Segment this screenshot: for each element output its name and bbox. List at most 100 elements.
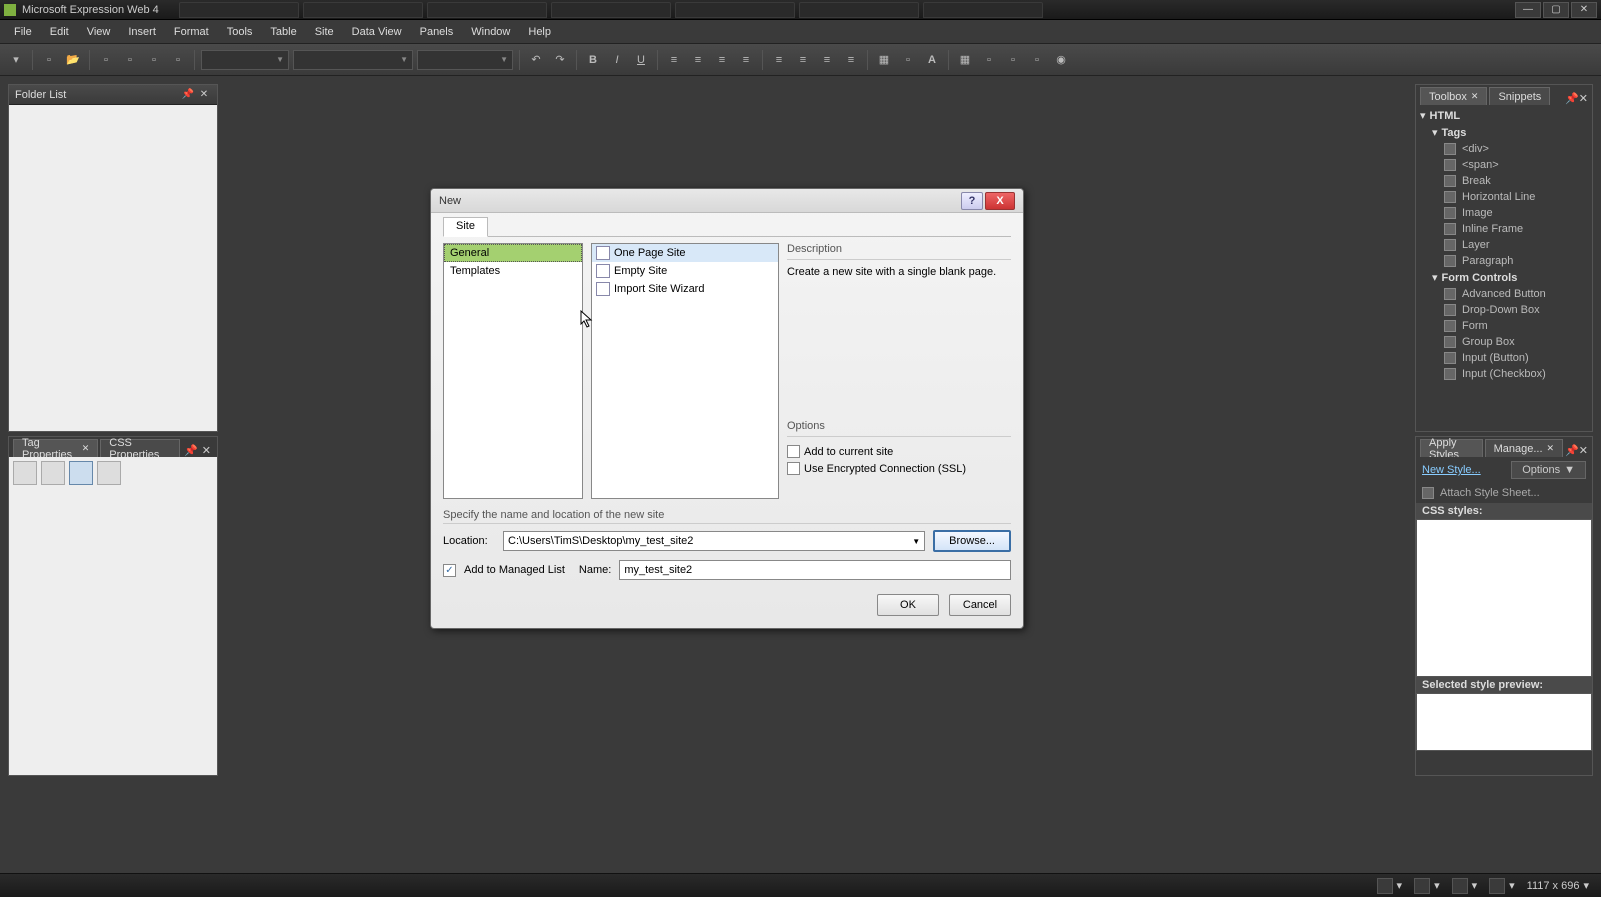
align-justify-icon[interactable]: ≡ (736, 50, 756, 70)
status-icon-1[interactable]: ▾ (1371, 878, 1409, 894)
maximize-button[interactable]: ▢ (1543, 2, 1569, 18)
site-empty[interactable]: Empty Site (592, 262, 778, 280)
hyperlink-icon[interactable]: ▫ (1027, 50, 1047, 70)
fontcolor-icon[interactable]: A (922, 50, 942, 70)
menu-view[interactable]: View (79, 23, 119, 41)
paste-icon[interactable]: ▫ (168, 50, 188, 70)
open-icon[interactable]: ▫ (39, 50, 59, 70)
bg-tab[interactable] (427, 2, 547, 18)
toolbox-item-layer[interactable]: Layer (1420, 237, 1588, 253)
menu-edit[interactable]: Edit (42, 23, 77, 41)
site-type-list[interactable]: One Page Site Empty Site Import Site Wiz… (591, 243, 779, 499)
bg-tab[interactable] (675, 2, 795, 18)
toolbox-group-html[interactable]: ▾ HTML (1420, 107, 1588, 124)
insert-layer-icon[interactable]: ▫ (979, 50, 999, 70)
tagprop-btn-1[interactable] (13, 461, 37, 485)
menu-table[interactable]: Table (262, 23, 304, 41)
category-general[interactable]: General (444, 244, 582, 262)
toolbox-item-image[interactable]: Image (1420, 205, 1588, 221)
location-combo[interactable]: C:\Users\TimS\Desktop\my_test_site2 ▼ (503, 531, 925, 551)
toolbox-item-dropdown[interactable]: Drop-Down Box (1420, 302, 1588, 318)
menu-format[interactable]: Format (166, 23, 217, 41)
menu-site[interactable]: Site (307, 23, 342, 41)
tagprop-btn-3[interactable] (69, 461, 93, 485)
tab-snippets[interactable]: Snippets (1489, 87, 1550, 105)
align-center-icon[interactable]: ≡ (688, 50, 708, 70)
toolbox-item-inputchk[interactable]: Input (Checkbox) (1420, 366, 1588, 382)
insert-pic-icon[interactable]: ▫ (1003, 50, 1023, 70)
toolbox-item-advbutton[interactable]: Advanced Button (1420, 286, 1588, 302)
bg-tab[interactable] (303, 2, 423, 18)
category-templates[interactable]: Templates (444, 262, 582, 280)
bold-icon[interactable]: B (583, 50, 603, 70)
bg-tab[interactable] (923, 2, 1043, 18)
checkbox-add-managed[interactable]: ✓ (443, 564, 456, 577)
bg-tab[interactable] (179, 2, 299, 18)
tab-manage-styles[interactable]: Manage...✕ (1485, 439, 1563, 457)
tab-css-properties[interactable]: CSS Properties (100, 439, 180, 457)
menu-window[interactable]: Window (463, 23, 518, 41)
close-icon[interactable]: ✕ (1579, 92, 1588, 105)
style-combo[interactable]: ▼ (201, 50, 289, 70)
close-icon[interactable]: ✕ (200, 444, 213, 457)
italic-icon[interactable]: I (607, 50, 627, 70)
tagprop-btn-4[interactable] (97, 461, 121, 485)
toolbox-group-tags[interactable]: ▾ Tags (1420, 124, 1588, 141)
close-icon[interactable]: ✕ (1579, 444, 1588, 457)
menu-file[interactable]: File (6, 23, 40, 41)
dialog-close-button[interactable]: X (985, 192, 1015, 210)
indent-icon[interactable]: ≡ (841, 50, 861, 70)
pin-icon[interactable]: 📌 (1565, 92, 1579, 105)
highlight-icon[interactable]: ▫ (898, 50, 918, 70)
checkbox-add-current[interactable] (787, 445, 800, 458)
toolbox-group-form[interactable]: ▾ Form Controls (1420, 269, 1588, 286)
align-left-icon[interactable]: ≡ (664, 50, 684, 70)
toolbox-item-hr[interactable]: Horizontal Line (1420, 189, 1588, 205)
toolbox-item-iframe[interactable]: Inline Frame (1420, 221, 1588, 237)
pin-icon[interactable]: 📌 (1565, 444, 1579, 457)
menu-insert[interactable]: Insert (120, 23, 164, 41)
menu-tools[interactable]: Tools (219, 23, 261, 41)
options-button[interactable]: Options ▼ (1511, 461, 1586, 479)
menu-help[interactable]: Help (520, 23, 559, 41)
name-input[interactable]: my_test_site2 (619, 560, 1011, 580)
site-one-page[interactable]: One Page Site (592, 244, 778, 262)
new-icon[interactable]: ▾ (6, 50, 26, 70)
outdent-icon[interactable]: ≡ (817, 50, 837, 70)
help-button[interactable]: ? (961, 192, 983, 210)
close-icon[interactable]: ✕ (197, 88, 211, 102)
borders-icon[interactable]: ▦ (874, 50, 894, 70)
attach-stylesheet-link[interactable]: Attach Style Sheet... (1440, 487, 1540, 499)
font-combo[interactable]: ▼ (293, 50, 413, 70)
toolbox-item-break[interactable]: Break (1420, 173, 1588, 189)
close-button[interactable]: ✕ (1571, 2, 1597, 18)
toolbox-item-paragraph[interactable]: Paragraph (1420, 253, 1588, 269)
preview-icon[interactable]: ▫ (120, 50, 140, 70)
browse-button[interactable]: Browse... (933, 530, 1011, 552)
bg-tab[interactable] (799, 2, 919, 18)
insert-table-icon[interactable]: ▦ (955, 50, 975, 70)
minimize-button[interactable]: — (1515, 2, 1541, 18)
toolbox-item-span[interactable]: <span> (1420, 157, 1588, 173)
dialog-tab-site[interactable]: Site (443, 217, 488, 237)
underline-icon[interactable]: U (631, 50, 651, 70)
status-icon-3[interactable]: ▾ (1446, 878, 1484, 894)
tab-apply-styles[interactable]: Apply Styles (1420, 439, 1483, 457)
numbering-icon[interactable]: ≡ (793, 50, 813, 70)
menu-dataview[interactable]: Data View (344, 23, 410, 41)
bg-tab[interactable] (551, 2, 671, 18)
new-style-link[interactable]: New Style... (1422, 464, 1481, 476)
publish-icon[interactable]: ▫ (144, 50, 164, 70)
pin-icon[interactable]: 📌 (182, 444, 200, 457)
save-icon[interactable]: ▫ (96, 50, 116, 70)
align-right-icon[interactable]: ≡ (712, 50, 732, 70)
category-list[interactable]: General Templates (443, 243, 583, 499)
status-icon-4[interactable]: ▾ (1483, 878, 1521, 894)
site-import-wizard[interactable]: Import Site Wizard (592, 280, 778, 298)
size-combo[interactable]: ▼ (417, 50, 513, 70)
cancel-button[interactable]: Cancel (949, 594, 1011, 616)
toolbox-item-div[interactable]: <div> (1420, 141, 1588, 157)
css-styles-list[interactable] (1416, 519, 1592, 677)
checkbox-ssl[interactable] (787, 462, 800, 475)
toolbox-item-inputbtn[interactable]: Input (Button) (1420, 350, 1588, 366)
